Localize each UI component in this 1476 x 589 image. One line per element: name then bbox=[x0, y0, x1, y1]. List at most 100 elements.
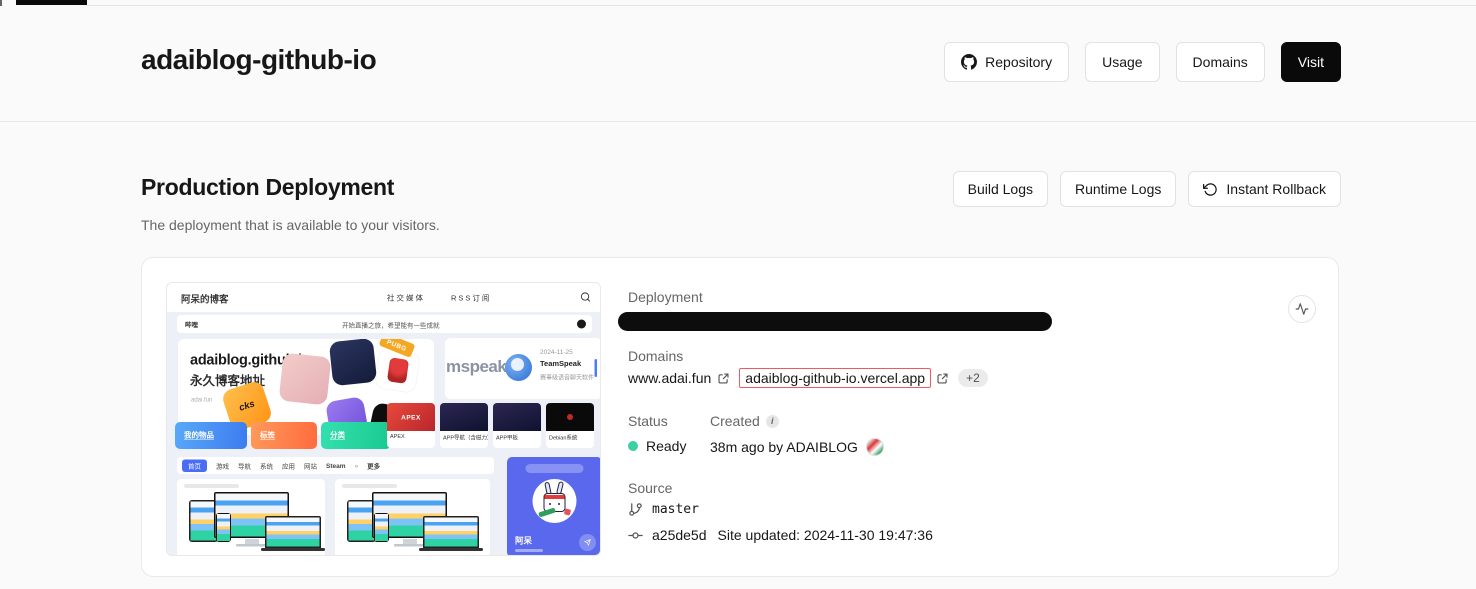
commit-sha[interactable]: a25de5d bbox=[652, 527, 707, 543]
domain-primary-text: www.adai.fun bbox=[628, 370, 711, 386]
preview-app-tile bbox=[374, 347, 420, 393]
created-label-text: Created bbox=[710, 413, 760, 429]
domains-more-badge[interactable]: +2 bbox=[958, 369, 988, 387]
preview-app-thumb: APEX bbox=[387, 403, 435, 431]
preview-app-thumb bbox=[440, 403, 488, 431]
creator-avatar bbox=[866, 438, 884, 456]
preview-category-tile: 标签 bbox=[251, 422, 317, 449]
preview-nav-item: 应用 bbox=[282, 461, 295, 471]
preview-app-card: Debian系统 bbox=[546, 403, 594, 448]
search-icon bbox=[580, 292, 591, 306]
preview-app-thumb bbox=[546, 403, 594, 431]
ready-status-text: Ready bbox=[646, 438, 686, 454]
preview-device-card bbox=[335, 479, 490, 556]
source-commit-row: a25de5d Site updated: 2024-11-30 19:47:3… bbox=[628, 527, 933, 543]
domain-link-primary[interactable]: www.adai.fun bbox=[628, 370, 730, 386]
preview-app-label: Debian系统 bbox=[546, 431, 594, 442]
vercel-project-page: adaiblog-github-io Repository Usage Doma… bbox=[0, 0, 1476, 589]
preview-notice-label: 哔哩 bbox=[185, 320, 198, 330]
source-label: Source bbox=[628, 480, 672, 496]
preview-nav-link: 社交媒体 bbox=[387, 292, 425, 303]
preview-app-label: APP导航（含磁力） bbox=[440, 431, 488, 442]
domains-label: Domains bbox=[628, 348, 683, 364]
build-logs-button[interactable]: Build Logs bbox=[953, 171, 1048, 207]
git-branch-icon bbox=[628, 502, 643, 517]
preview-nav-item: 导航 bbox=[238, 461, 251, 471]
preview-bottom-nav: 首页 游戏 导航 系统 应用 网站 Steam » 更多 bbox=[177, 457, 494, 474]
git-commit-icon bbox=[628, 528, 643, 543]
preview-mascot-name: 阿呆 bbox=[515, 534, 532, 547]
production-deployment-card: 阿呆的博客 社交媒体 RSS订阅 哔哩 开始直播之旅，希望能有一些成就 adai… bbox=[141, 257, 1339, 577]
preview-mascot-card: 阿呆 bbox=[507, 457, 601, 556]
preview-site-title: 阿呆的博客 bbox=[181, 292, 229, 306]
preview-device-card-title-bar bbox=[184, 484, 239, 488]
preview-notice-icon bbox=[577, 320, 586, 329]
repository-button[interactable]: Repository bbox=[944, 42, 1069, 82]
domains-button-label: Domains bbox=[1193, 54, 1248, 70]
preview-nav-chevrons: » bbox=[355, 462, 359, 470]
instant-rollback-button[interactable]: Instant Rollback bbox=[1188, 171, 1341, 207]
nav-tab-underline bbox=[16, 0, 87, 5]
preview-app-card: APP甲板 bbox=[493, 403, 541, 448]
domain-highlighted-text[interactable]: adaiblog-github-io.vercel.app bbox=[745, 370, 925, 386]
preview-nav-item: 更多 bbox=[367, 461, 380, 471]
deployment-url-redacted bbox=[618, 312, 1052, 331]
status-label: Status bbox=[628, 413, 668, 429]
section-title: Production Deployment bbox=[141, 174, 394, 201]
usage-button-label: Usage bbox=[1102, 54, 1142, 70]
status-value: Ready bbox=[628, 438, 686, 454]
preview-site: 阿呆的博客 社交媒体 RSS订阅 哔哩 开始直播之旅，希望能有一些成就 adai… bbox=[167, 283, 601, 556]
preview-mini-scrollbar bbox=[595, 359, 598, 377]
activity-pulse-icon[interactable] bbox=[1288, 295, 1316, 323]
preview-teamspeak-logo-icon bbox=[505, 354, 532, 381]
project-header: adaiblog-github-io Repository Usage Doma… bbox=[0, 6, 1476, 122]
preview-nav-item: Steam bbox=[326, 462, 346, 470]
build-logs-label: Build Logs bbox=[968, 181, 1033, 197]
preview-notice-bar: 哔哩 开始直播之旅，希望能有一些成就 bbox=[177, 315, 592, 333]
github-icon bbox=[961, 54, 977, 70]
preview-app-label: APP甲板 bbox=[493, 431, 541, 442]
preview-app-tile bbox=[329, 339, 377, 386]
preview-nav-active: 首页 bbox=[182, 459, 207, 472]
preview-laptop-mockup bbox=[265, 516, 321, 548]
visit-button[interactable]: Visit bbox=[1281, 42, 1341, 82]
preview-mascot-avatar bbox=[533, 479, 577, 523]
rollback-icon bbox=[1203, 182, 1218, 197]
preview-laptop-mockup bbox=[423, 516, 479, 548]
created-value: 38m ago by ADAIBLOG bbox=[710, 438, 884, 456]
commit-message: Site updated: 2024-11-30 19:47:36 bbox=[718, 527, 933, 543]
usage-button[interactable]: Usage bbox=[1085, 42, 1159, 82]
preview-post-desc: 赛事级语音聊天软件 bbox=[540, 373, 595, 382]
preview-mascot-subtitle-bar bbox=[515, 549, 543, 552]
section-subtitle: The deployment that is available to your… bbox=[141, 217, 440, 233]
deployment-label: Deployment bbox=[628, 289, 703, 305]
domains-row: www.adai.fun adaiblog-github-io.vercel.a… bbox=[628, 368, 988, 388]
preview-category-tile: 我的物品 bbox=[175, 422, 247, 449]
external-link-icon[interactable] bbox=[936, 372, 949, 385]
info-icon[interactable]: i bbox=[766, 415, 779, 428]
share-icon bbox=[579, 534, 596, 551]
repository-button-label: Repository bbox=[985, 54, 1052, 70]
preview-nav-item: 游戏 bbox=[216, 461, 229, 471]
instant-rollback-label: Instant Rollback bbox=[1226, 181, 1326, 197]
runtime-logs-button[interactable]: Runtime Logs bbox=[1060, 171, 1176, 207]
preview-app-tile bbox=[279, 353, 332, 406]
page-title: adaiblog-github-io bbox=[141, 44, 376, 76]
preview-post-title: TeamSpeak bbox=[540, 360, 595, 369]
preview-post-date: 2024-11-25 bbox=[540, 348, 595, 356]
ready-status-dot bbox=[628, 441, 638, 451]
preview-notice-text: 开始直播之旅，希望能有一些成就 bbox=[342, 320, 440, 330]
deployment-actions: Build Logs Runtime Logs Instant Rollback bbox=[953, 171, 1341, 207]
deployment-preview-thumbnail[interactable]: 阿呆的博客 社交媒体 RSS订阅 哔哩 开始直播之旅，希望能有一些成就 adai… bbox=[166, 282, 601, 556]
branch-name[interactable]: master bbox=[652, 502, 699, 517]
preview-nav-link: RSS订阅 bbox=[451, 292, 491, 303]
created-value-text: 38m ago by ADAIBLOG bbox=[710, 439, 858, 455]
domains-button[interactable]: Domains bbox=[1176, 42, 1265, 82]
preview-navbar: 阿呆的博客 社交媒体 RSS订阅 bbox=[167, 283, 601, 312]
annotation-highlight-box: adaiblog-github-io.vercel.app bbox=[739, 368, 931, 388]
preview-app-card: APP导航（含磁力） bbox=[440, 403, 488, 448]
preview-mascot-badge bbox=[526, 464, 584, 473]
preview-phone-mockup bbox=[216, 513, 231, 542]
preview-app-label: APEX bbox=[387, 431, 435, 440]
preview-device-card bbox=[177, 479, 325, 556]
